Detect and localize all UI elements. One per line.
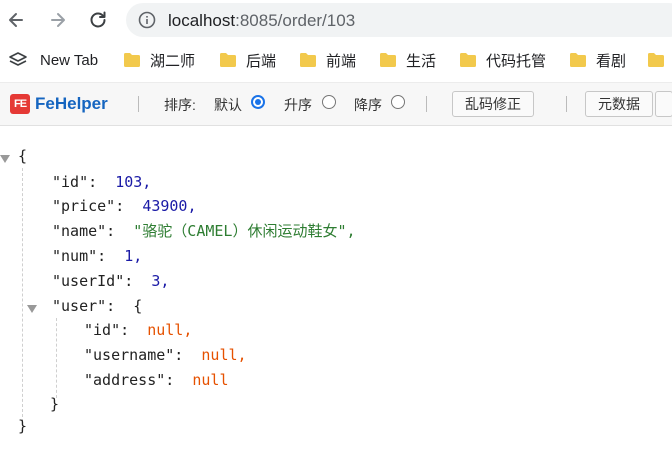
json-key: "id": (84, 321, 130, 339)
user-close-brace: } (50, 395, 60, 413)
sort-asc-radio[interactable] (322, 95, 336, 109)
json-number: 43900, (142, 197, 197, 215)
bookmark-label: 看剧 (596, 52, 627, 70)
bookmark-folder-code-hosting[interactable]: 代码托管 (460, 50, 546, 70)
overflow-button[interactable] (655, 91, 672, 117)
bookmark-label: 生活 (406, 52, 437, 70)
collapse-root-icon[interactable] (0, 155, 10, 163)
bookmark-label: New Tab (40, 51, 99, 69)
bookmark-folder-frontend[interactable]: 前端 (300, 50, 356, 70)
sort-label: 排序: (164, 97, 196, 113)
json-row-id: "id": 103, (52, 172, 151, 192)
json-null: null, (201, 346, 247, 364)
folder-icon (124, 53, 140, 67)
sort-desc-label: 降序 (354, 97, 382, 113)
apps-icon (9, 52, 27, 66)
fehelper-logo: FE FeHelper (10, 94, 108, 114)
folder-icon (570, 53, 586, 67)
json-key: "user": (52, 297, 116, 315)
separator (138, 96, 139, 112)
bookmark-folder-drama[interactable]: 看剧 (570, 50, 626, 70)
indent-guide (56, 318, 57, 398)
bookmark-label: 前端 (326, 52, 357, 70)
folder-icon (220, 53, 236, 67)
back-button[interactable] (2, 6, 30, 34)
root-open-brace: { (18, 147, 28, 165)
bookmark-label: 代码托管 (486, 52, 547, 70)
json-row-price: "price": 43900, (52, 196, 197, 216)
json-viewer: { "id": 103, "price": 43900, "name": "骆驼… (0, 130, 672, 470)
bookmarks-bar: New Tab 湖二师 后端 前端 生活 代码托管 看剧 (0, 42, 672, 78)
json-key: "name": (52, 222, 116, 240)
bookmark-label: 湖二师 (150, 52, 196, 70)
json-row-user: "user": { (52, 296, 142, 316)
forward-button[interactable] (44, 6, 72, 34)
url-path: :8085/order/103 (235, 11, 356, 30)
json-row-name: "name": "骆驼（CAMEL）休闲运动鞋女", (52, 221, 356, 241)
folder-icon (648, 53, 664, 67)
fehelper-logo-icon: FE (10, 94, 30, 114)
bookmark-folder-overflow[interactable] (648, 50, 672, 70)
folder-icon (380, 53, 396, 67)
json-key: "id": (52, 173, 98, 191)
json-key: "address": (84, 371, 175, 389)
sort-default-label: 默认 (214, 97, 242, 113)
reload-icon (90, 11, 106, 28)
url-host: localhost (168, 11, 236, 30)
separator (566, 96, 567, 112)
json-number: 1, (124, 247, 143, 265)
json-row-num: "num": 1, (52, 246, 142, 266)
json-null: null, (147, 321, 193, 339)
json-number: 103, (115, 173, 152, 191)
sort-default-radio[interactable] (251, 95, 265, 109)
collapse-user-icon[interactable] (27, 305, 37, 313)
address-bar[interactable]: localhost:8085/order/103 (126, 3, 672, 37)
json-key: "num": (52, 247, 107, 265)
fehelper-logo-text: FeHelper (35, 94, 108, 113)
browser-toolbar: localhost:8085/order/103 (0, 0, 672, 40)
forward-arrow-icon (51, 13, 65, 27)
bookmark-label: 后端 (246, 52, 277, 70)
sort-desc-radio[interactable] (391, 95, 405, 109)
json-string: "骆驼（CAMEL）休闲运动鞋女", (133, 222, 356, 240)
json-row-userId: "userId": 3, (52, 271, 169, 291)
indent-guide (22, 168, 23, 422)
user-open-brace: { (133, 297, 143, 315)
info-icon[interactable] (138, 11, 156, 29)
fix-encoding-button[interactable]: 乱码修正 (452, 91, 534, 117)
json-row-user-id: "id": null, (84, 320, 192, 340)
folder-icon (460, 53, 476, 67)
json-row-user-address: "address": null (84, 370, 229, 390)
json-null: null (192, 371, 229, 389)
back-arrow-icon (9, 13, 23, 27)
bookmark-new-tab[interactable]: New Tab (8, 50, 98, 70)
json-number: 3, (151, 272, 170, 290)
url-text[interactable]: localhost:8085/order/103 (168, 11, 355, 31)
bookmark-folder-huershi[interactable]: 湖二师 (124, 50, 195, 70)
bookmark-folder-life[interactable]: 生活 (380, 50, 436, 70)
sort-asc-label: 升序 (284, 97, 312, 113)
metadata-button[interactable]: 元数据 (585, 91, 653, 117)
fehelper-toolbar: FE FeHelper 排序: 默认 升序 降序 乱码修正 元数据 (0, 82, 672, 126)
json-key: "username": (84, 346, 184, 364)
reload-button[interactable] (84, 6, 112, 34)
json-key: "price": (52, 197, 125, 215)
json-key: "userId": (52, 272, 134, 290)
folder-icon (300, 53, 316, 67)
json-row-user-username: "username": null, (84, 345, 247, 365)
bookmark-folder-backend[interactable]: 后端 (220, 50, 276, 70)
root-close-brace: } (18, 417, 28, 435)
separator (426, 96, 427, 112)
